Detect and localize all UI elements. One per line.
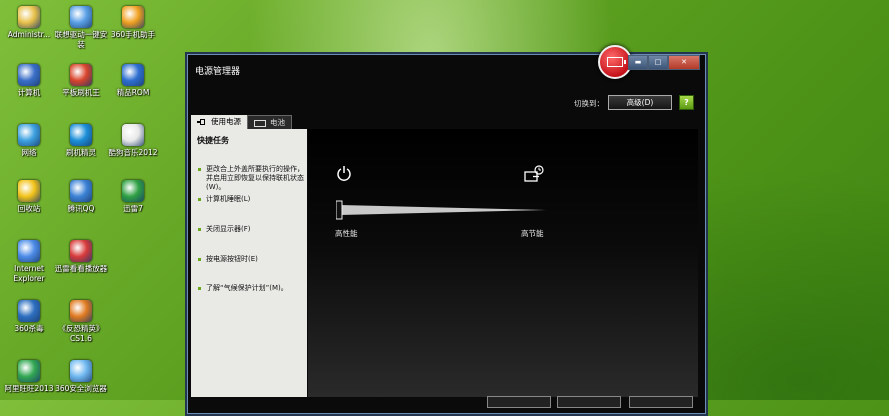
tab-power-use[interactable]: 使用电源	[191, 115, 247, 129]
help-button[interactable]: ?	[679, 95, 694, 110]
desktop-icon-item[interactable]: Internet Explorer	[0, 240, 58, 284]
task-climate-plan[interactable]: 了解“气候保护计划”(M)。	[197, 284, 305, 293]
performance-slider[interactable]	[336, 199, 546, 223]
desktop-icon-label: 阿里旺旺2013	[4, 384, 54, 393]
desktop-icon-label: 迅雷7	[123, 204, 143, 213]
desktop-icon-item[interactable]: 酷狗音乐2012	[104, 124, 162, 158]
cs-game-icon	[70, 300, 92, 322]
desktop-icon-item[interactable]: 网络	[0, 124, 58, 158]
tab-battery-label: 电池	[270, 118, 285, 127]
bottom-button-3[interactable]	[629, 396, 693, 408]
window-title: 电源管理器	[195, 67, 241, 77]
flash-genie-icon	[70, 124, 92, 146]
qq-icon	[70, 180, 92, 202]
power-icon	[337, 166, 351, 181]
desktop-icon-label: Administr...	[7, 30, 51, 39]
rom-icon	[122, 64, 144, 86]
browser-icon	[70, 360, 92, 382]
computer-icon	[18, 64, 40, 86]
music-icon	[122, 124, 144, 146]
desktop-icon-item[interactable]: 迅雷看看播放器	[52, 240, 110, 274]
desktop-icon-label: 刷机精灵	[66, 148, 96, 157]
task-display-off[interactable]: 关闭显示器(F)	[197, 225, 305, 234]
tab-power-use-label: 使用电源	[211, 117, 241, 126]
desktop-icon-item[interactable]: 腾讯QQ	[52, 180, 110, 214]
wangwang-icon	[18, 360, 40, 382]
power-manager-window: 电源管理器 ▬ □ ✕ 切换到： 高级(D) ? 使用电源 电池 快捷任务 更改…	[185, 45, 708, 416]
desktop-icon-label: 回收站	[17, 204, 41, 213]
slider-wedge	[340, 205, 546, 215]
battery-icon	[598, 45, 632, 79]
high-saving-label: 高节能	[521, 229, 544, 238]
window-controls: ▬ □ ✕	[628, 55, 700, 70]
task-power-button[interactable]: 按电源按钮时(E)	[197, 255, 305, 264]
desktop-icon-item[interactable]: 计算机	[0, 64, 58, 98]
desktop-icon-item[interactable]: Administr...	[0, 6, 58, 40]
desktop-icon-label: 360安全浏览器	[55, 384, 107, 393]
phone-assistant-icon	[122, 6, 144, 28]
desktop-icon-item[interactable]: 360安全浏览器	[52, 360, 110, 394]
player-icon	[70, 240, 92, 262]
plug-icon	[197, 119, 207, 125]
desktop-icon-item[interactable]: 阿里旺旺2013	[0, 360, 58, 394]
bottom-button-2[interactable]	[557, 396, 621, 408]
bottom-button-1[interactable]	[487, 396, 551, 408]
power-plan-panel: 高性能 高节能	[308, 129, 698, 397]
desktop-icon-label: 360杀毒	[14, 324, 44, 333]
maximize-button[interactable]: □	[648, 55, 668, 70]
high-performance-label: 高性能	[335, 229, 358, 238]
quick-tasks-panel: 快捷任务 更改合上外盖所要执行的操作，并启用立即恢复以保持联机状态(W)。 计算…	[191, 129, 307, 397]
close-button[interactable]: ✕	[668, 55, 700, 70]
network-icon	[18, 124, 40, 146]
desktop-icon-label: 平板刷机王	[62, 88, 100, 97]
desktop-icon-item[interactable]: 回收站	[0, 180, 58, 214]
tab-bar: 使用电源 电池	[191, 115, 292, 130]
desktop-icon-label: 网络	[21, 148, 37, 157]
quick-tasks-heading: 快捷任务	[197, 136, 229, 145]
tools-icon	[70, 6, 92, 28]
slider-thumb[interactable]	[336, 200, 343, 220]
desktop-icon-item[interactable]: 迅雷7	[104, 180, 162, 214]
desktop-icon-item[interactable]: 刷机精灵	[52, 124, 110, 158]
thunder-icon	[122, 180, 144, 202]
recycle-bin-icon	[18, 180, 40, 202]
ie-icon	[18, 240, 40, 262]
desktop-icon-item[interactable]: 精品ROM	[104, 64, 162, 98]
mode-switch-button[interactable]: 高级(D)	[608, 95, 672, 110]
tablet-flash-icon	[70, 64, 92, 86]
desktop-icon-label: 联想驱动一键安装	[54, 30, 108, 49]
desktop-icon-label: 腾讯QQ	[67, 204, 95, 213]
desktop-icon-item[interactable]: 360杀毒	[0, 300, 58, 334]
desktop-icon-label: 精品ROM	[116, 88, 150, 97]
tab-battery[interactable]: 电池	[247, 115, 292, 130]
desktop-icon-label: 计算机	[17, 88, 41, 97]
battery-small-icon	[254, 119, 266, 127]
minimize-button[interactable]: ▬	[628, 55, 648, 70]
desktop-icon-item[interactable]: 《反恐精英》CS1.6	[52, 300, 110, 344]
antivirus-icon	[18, 300, 40, 322]
desktop-icon-label: Internet Explorer	[13, 264, 45, 283]
power-save-icon	[524, 165, 544, 182]
desktop-icon-label: 《反恐精英》CS1.6	[58, 324, 104, 343]
user-folder-icon	[18, 6, 40, 28]
desktop-icon-item[interactable]: 平板刷机王	[52, 64, 110, 98]
task-sleep[interactable]: 计算机睡眠(L)	[197, 195, 305, 204]
desktop-icon-label: 酷狗音乐2012	[108, 148, 158, 157]
task-lid-action[interactable]: 更改合上外盖所要执行的操作，并启用立即恢复以保持联机状态(W)。	[197, 165, 305, 192]
desktop-icon-item[interactable]: 联想驱动一键安装	[52, 6, 110, 50]
desktop-icon-item[interactable]: 360手机助手	[104, 6, 162, 40]
switch-to-label: 切换到：	[574, 99, 604, 108]
desktop-icon-label: 迅雷看看播放器	[54, 264, 108, 273]
desktop-icon-label: 360手机助手	[110, 30, 156, 39]
